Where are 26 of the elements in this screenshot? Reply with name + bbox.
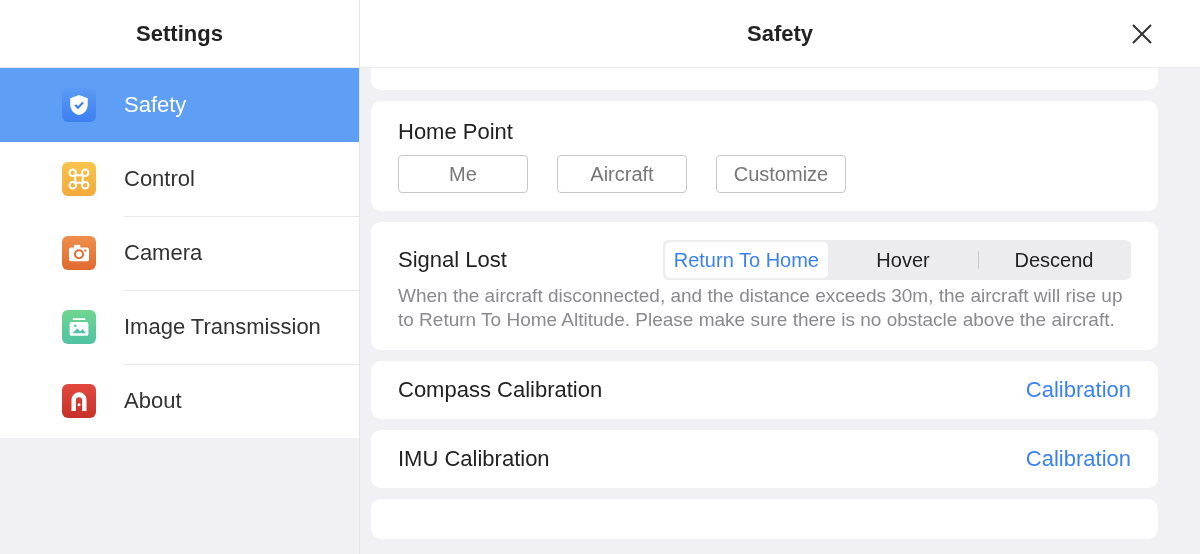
close-icon[interactable]: [1130, 22, 1154, 46]
sidebar-item[interactable]: Image Transmission: [0, 290, 359, 364]
sidebar-title: Settings: [136, 20, 223, 47]
shield-icon: [62, 88, 96, 122]
calibration-link[interactable]: Calibration: [1025, 377, 1131, 403]
card-title: Signal Lost: [398, 247, 507, 273]
segment-tab[interactable]: Hover: [828, 242, 978, 278]
option-button[interactable]: Me: [398, 155, 528, 193]
calibration-link[interactable]: Calibration: [1025, 446, 1131, 472]
card-title: IMU Calibration: [398, 446, 550, 472]
sidebar-item[interactable]: Safety: [0, 68, 359, 142]
panel-title: Safety: [746, 20, 813, 47]
card-title: Compass Calibration: [398, 377, 603, 403]
sidebar-item[interactable]: Camera: [0, 216, 359, 290]
arch-icon: [62, 384, 96, 418]
description-text: When the aircraft disconnected, and the distance exceeds 30m, the aircraft will rise up to Return To Home Altitude. Please make sure there is no obstacle above the aircraft.: [398, 284, 1124, 332]
segment-tab[interactable]: Descend: [979, 242, 1129, 278]
sidebar-item[interactable]: About: [0, 364, 359, 438]
segment-tab[interactable]: Return To Home: [664, 242, 828, 278]
sidebar-item[interactable]: Control: [0, 142, 359, 216]
option-button[interactable]: Aircraft: [557, 155, 687, 193]
drone-icon: [62, 162, 96, 196]
option-button[interactable]: Customize: [716, 155, 846, 193]
card-title: Home Point: [398, 119, 514, 145]
image-icon: [62, 310, 96, 344]
camera-icon: [62, 236, 96, 270]
